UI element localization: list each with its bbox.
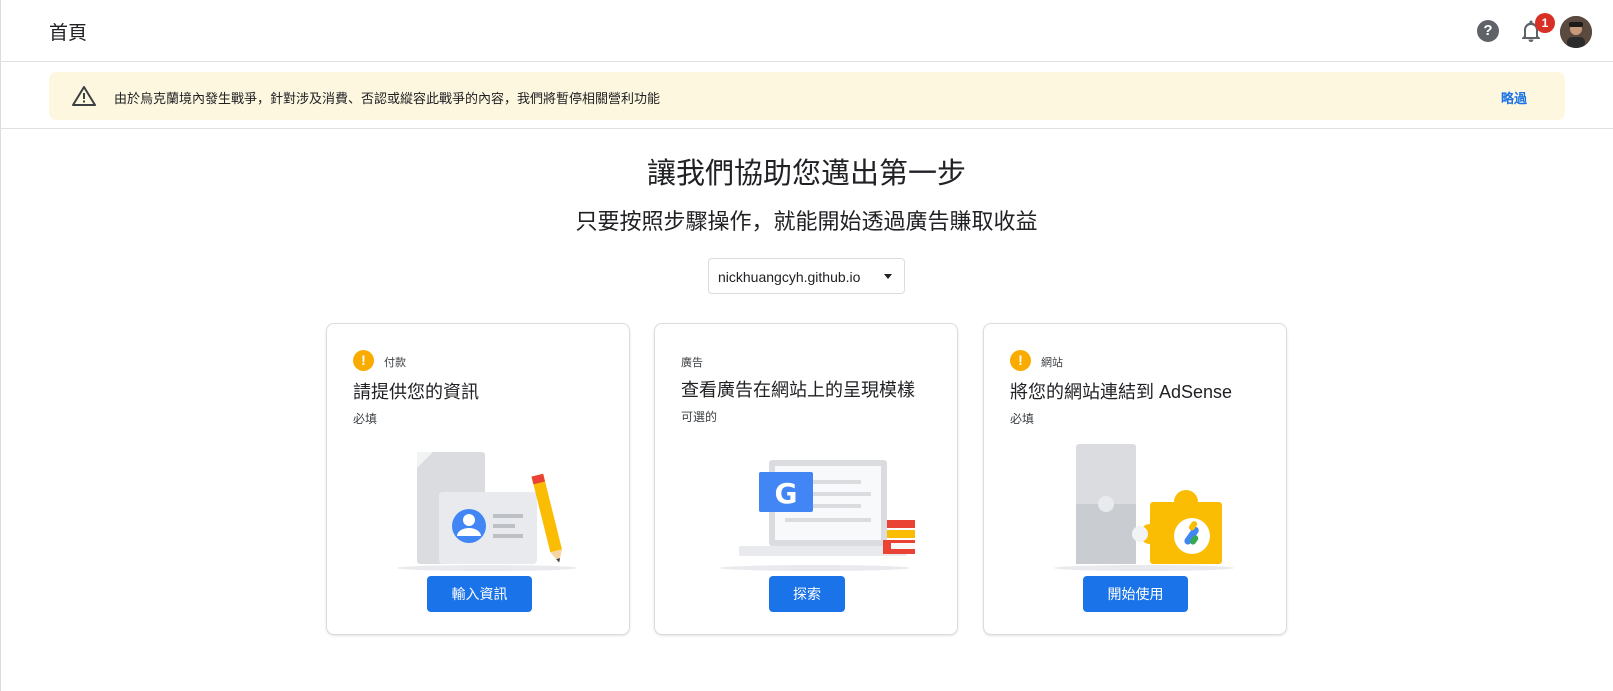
left-border (0, 0, 1, 691)
card-requirement: 必填 (353, 412, 378, 426)
divider (0, 128, 1613, 129)
card-requirement: 必填 (1010, 412, 1035, 426)
enter-info-button[interactable]: 輸入資訊 (427, 576, 532, 612)
site-selector-value: nickhuangcyh.github.io (718, 269, 861, 285)
main-subheadline: 只要按照步驟操作，就能開始透過廣告賺取收益 (575, 209, 1038, 234)
payment-illustration (397, 452, 577, 571)
avatar[interactable] (1560, 16, 1592, 48)
card-payment: ! 付款 請提供您的資訊 必填 輸入資訊 (326, 323, 630, 635)
card-category: 網站 (1041, 357, 1063, 369)
help-icon[interactable]: ? (1477, 20, 1499, 42)
get-started-button[interactable]: 開始使用 (1083, 576, 1188, 612)
card-ads: 廣告 查看廣告在網站上的呈現模樣 可選的 G 探索 (654, 323, 958, 635)
card-title: 將您的網站連結到 AdSense (1010, 382, 1233, 402)
svg-text:G: G (775, 477, 798, 510)
card-category: 廣告 (681, 357, 703, 369)
explore-button[interactable]: 探索 (769, 576, 845, 612)
page-title: 首頁 (49, 23, 88, 44)
caret-down-icon (884, 274, 892, 279)
ads-illustration: G (720, 460, 915, 571)
card-title: 請提供您的資訊 (353, 382, 479, 402)
card-requirement: 可選的 (681, 410, 718, 424)
banner-message: 由於烏克蘭境內發生戰爭，針對涉及消費、否認或縱容此戰爭的內容，我們將暫停相關營利… (114, 91, 661, 106)
warning-triangle-icon (72, 86, 96, 106)
warning-banner: 由於烏克蘭境內發生戰爭，針對涉及消費、否認或縱容此戰爭的內容，我們將暫停相關營利… (49, 72, 1565, 120)
main-headline: 讓我們協助您邁出第一步 (646, 158, 966, 190)
adsense-connect-illustration (1054, 444, 1234, 571)
top-app-bar: 首頁 ? 1 (0, 0, 1613, 62)
exclamation-icon: ! (1010, 350, 1031, 371)
exclamation-icon: ! (353, 350, 374, 371)
dismiss-button[interactable]: 略過 (1501, 88, 1527, 107)
notification-badge: 1 (1535, 13, 1555, 33)
site-selector-dropdown[interactable]: nickhuangcyh.github.io (708, 258, 905, 294)
card-category: 付款 (384, 357, 406, 369)
card-title: 查看廣告在網站上的呈現模樣 (681, 380, 915, 400)
card-site: ! 網站 將您的網站連結到 AdSense 必填 開始使用 (983, 323, 1287, 635)
